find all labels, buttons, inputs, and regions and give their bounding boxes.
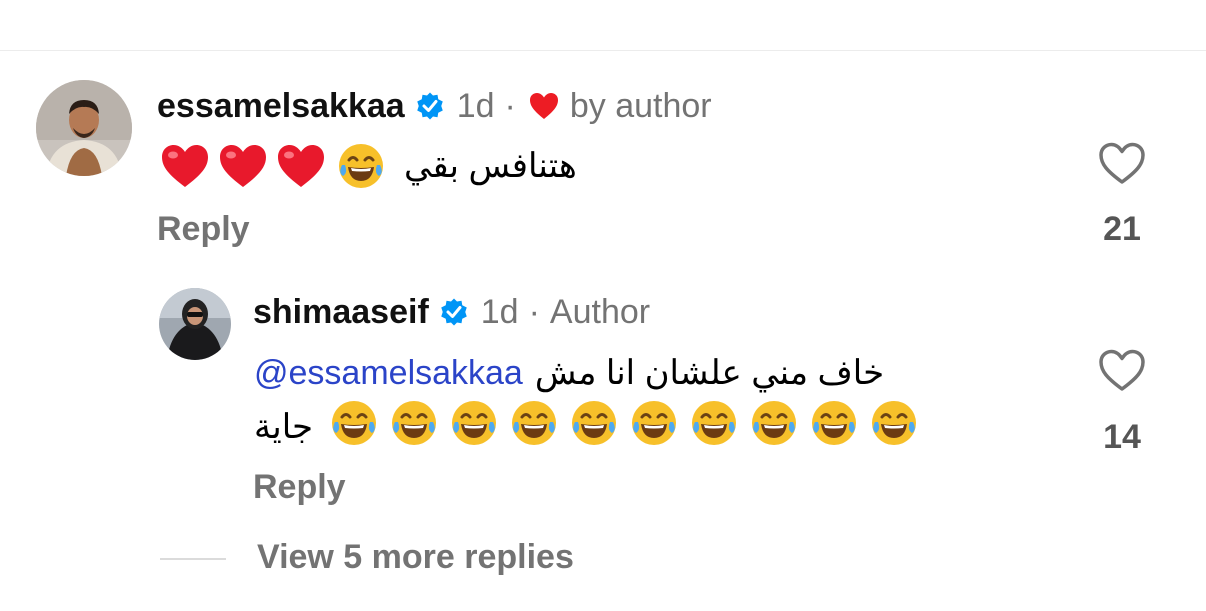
reply-header: shimaaseif 1d · Author (253, 292, 650, 332)
reply-text-line1: خاف مني علشان انا مش (534, 354, 885, 392)
joy-emoji-icon (629, 398, 679, 457)
comment-body: هتنافس بقي (160, 140, 577, 192)
author-badge: Author (549, 292, 651, 331)
avatar-shimaaseif[interactable] (159, 288, 231, 360)
heart-emoji-icon (218, 143, 268, 189)
reply-button[interactable]: Reply (157, 210, 250, 249)
comment-time: 1d (456, 86, 495, 125)
joy-emoji-icon (509, 398, 559, 457)
reply-button[interactable]: Reply (253, 468, 346, 507)
joy-emoji-row (329, 398, 919, 457)
top-divider (0, 50, 1206, 51)
joy-emoji-icon (569, 398, 619, 457)
comment-text: هتنافس بقي (404, 147, 577, 185)
username-essamelsakkaa[interactable]: essamelsakkaa (157, 87, 405, 126)
joy-emoji-icon (389, 398, 439, 457)
joy-emoji-icon (749, 398, 799, 457)
joy-emoji-icon (329, 398, 379, 457)
view-more-divider (160, 558, 226, 560)
reply-time: 1d (480, 292, 519, 331)
like-heart-icon[interactable] (1097, 140, 1147, 186)
verified-badge-icon (439, 297, 469, 327)
verified-badge-icon (415, 91, 445, 121)
liked-by-author-label: by author (569, 86, 712, 125)
heart-emoji-icon (160, 143, 210, 189)
view-more-replies-button[interactable]: View 5 more replies (257, 538, 574, 577)
comment-header: essamelsakkaa 1d · by author (157, 86, 712, 126)
joy-emoji-icon (689, 398, 739, 457)
like-count: 21 (1103, 210, 1141, 248)
heart-emoji-icon (276, 143, 326, 189)
reply-body-line2: جاية (254, 400, 919, 452)
like-heart-icon[interactable] (1097, 347, 1147, 393)
mention-link[interactable]: @essamelsakkaa (254, 354, 523, 393)
joy-emoji-icon (809, 398, 859, 457)
joy-emoji-icon (449, 398, 499, 457)
avatar-essamelsakkaa[interactable] (36, 80, 132, 176)
reply-body-line1: @essamelsakkaa خاف مني علشان انا مش (254, 350, 884, 396)
reply-text-line2: جاية (254, 408, 314, 446)
joy-emoji-icon (869, 398, 919, 457)
separator-dot: · (504, 86, 516, 125)
joy-emoji-icon (336, 141, 386, 191)
username-shimaaseif[interactable]: shimaaseif (253, 293, 429, 332)
like-count: 14 (1103, 418, 1141, 456)
separator-dot: · (528, 292, 540, 331)
heart-filled-icon (528, 91, 560, 121)
